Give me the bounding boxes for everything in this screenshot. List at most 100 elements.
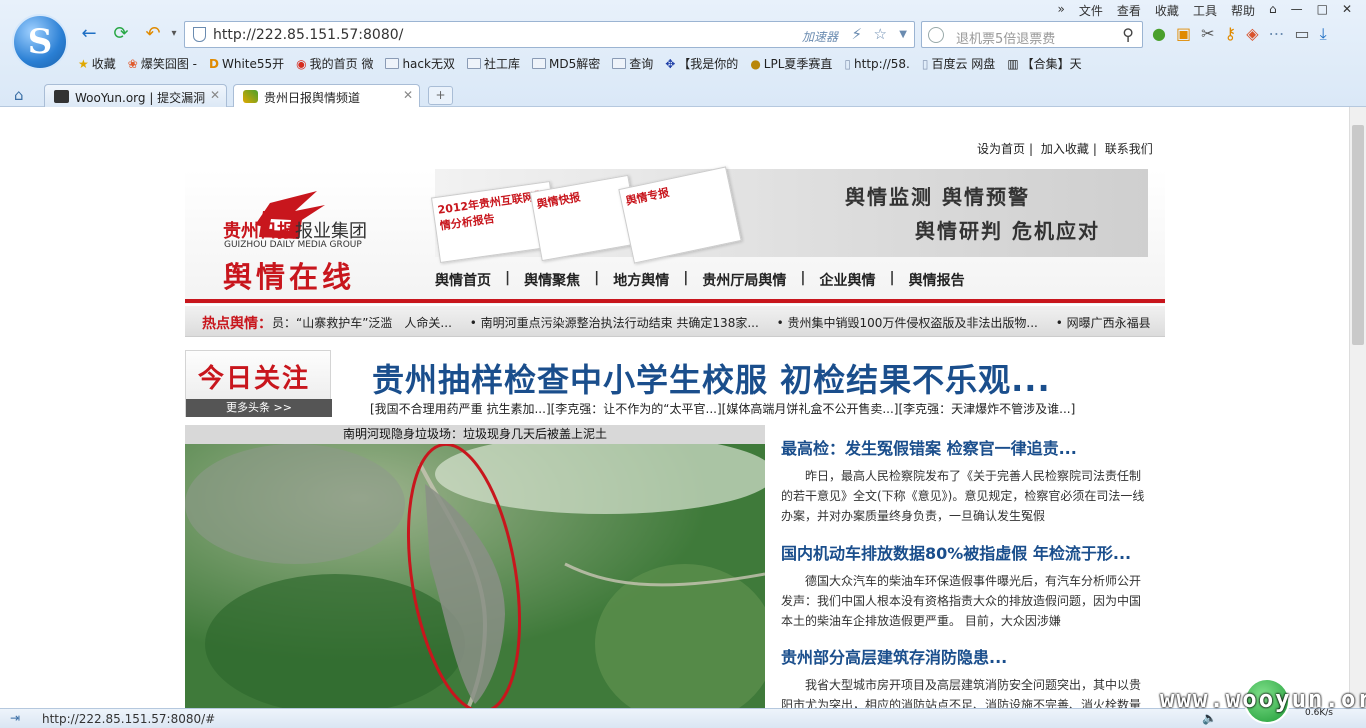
- bookmark-item[interactable]: ▯ 百度云 网盘: [922, 55, 995, 72]
- bookmark-item[interactable]: ▯ http://58.: [844, 55, 909, 72]
- bookmark-item[interactable]: MD5解密: [531, 55, 600, 72]
- paw-icon: ✥: [665, 56, 676, 71]
- browser-logo[interactable]: S: [12, 14, 68, 70]
- nav-report[interactable]: 舆情报告: [909, 270, 965, 290]
- nav-local[interactable]: 地方舆情: [613, 270, 669, 290]
- slogan-line2: 舆情研判 危机应对: [915, 219, 1100, 243]
- hot-ticker: 员：“山寨救护车”泛滥 人命关... • 南明河重点污染源整治执法行动结束 共确…: [272, 314, 1155, 331]
- sidebar-icon[interactable]: ▭: [1295, 24, 1310, 44]
- star-icon[interactable]: ☆: [874, 25, 887, 43]
- lpl-icon: ●: [750, 56, 761, 71]
- undo-icon[interactable]: ↶: [142, 24, 164, 44]
- download-icon[interactable]: ⤓: [1320, 24, 1327, 44]
- translate-icon[interactable]: ◈: [1246, 24, 1258, 44]
- refresh-icon[interactable]: ⟳: [110, 24, 132, 44]
- sidebar-toggle-icon[interactable]: ⇥: [10, 711, 20, 725]
- bookmark-item[interactable]: ▥ 【合集】天: [1007, 55, 1081, 72]
- feature-image-box[interactable]: 南明河现隐身垃圾场：垃圾现身几天后被盖上泥土: [185, 425, 765, 708]
- slogan-line1: 舆情监测 舆情预警: [845, 185, 1030, 209]
- scissors-icon[interactable]: ✂: [1201, 24, 1214, 44]
- site-header: 贵州日报报业集团 GUIZHOU DAILY MEDIA GROUP 舆情在线 …: [185, 166, 1165, 304]
- menu-bar: » 文件 查看 收藏 工具 帮助 ⌂ — □ ✕: [1058, 2, 1352, 19]
- nav-focus[interactable]: 舆情聚焦: [524, 270, 580, 290]
- tab-guizhou[interactable]: 贵州日报舆情频道 ✕: [233, 84, 420, 107]
- menu-favorites[interactable]: 收藏: [1155, 2, 1179, 19]
- sub-headlines[interactable]: [我国不合理用药严重 抗生素加...][李克强：让不作为的“太平官...][媒体…: [370, 400, 1075, 417]
- maximize-button[interactable]: □: [1317, 2, 1328, 19]
- scrollbar-thumb[interactable]: [1352, 125, 1364, 345]
- bookmark-item[interactable]: ● LPL夏季赛直: [750, 55, 832, 72]
- nav-home[interactable]: 舆情首页: [435, 270, 491, 290]
- news-title[interactable]: 国内机动车排放数据80%被指虚假 年检流于形...: [781, 540, 1146, 564]
- url-dropdown-icon[interactable]: ▼: [899, 29, 907, 40]
- add-favorite-link[interactable]: 加入收藏: [1041, 142, 1089, 156]
- skin-icon[interactable]: ⌂: [1269, 2, 1277, 19]
- shield-icon: [193, 27, 206, 42]
- chevron-icon[interactable]: »: [1058, 2, 1065, 19]
- menu-view[interactable]: 查看: [1117, 2, 1141, 19]
- lightning-icon[interactable]: ⚡: [851, 25, 862, 43]
- url-text[interactable]: http://222.85.151.57:8080/: [213, 27, 403, 43]
- brand-main-title: 舆情在线: [223, 260, 356, 294]
- minimize-button[interactable]: —: [1291, 2, 1303, 19]
- status-url: http://222.85.151.57:8080/#: [42, 712, 216, 726]
- weibo-icon: ◉: [296, 56, 307, 71]
- bookmark-item[interactable]: hack无双: [385, 55, 455, 72]
- back-icon[interactable]: ←: [78, 24, 100, 44]
- bookmark-item[interactable]: ◉ 我的首页 微: [296, 55, 373, 72]
- search-engine-icon[interactable]: [928, 27, 944, 43]
- accelerator-label[interactable]: 加速器: [802, 28, 838, 45]
- hot-item[interactable]: 员：“山寨救护车”泛滥 人命关...: [272, 316, 452, 330]
- more-headlines-link[interactable]: 更多头条 >>: [186, 399, 332, 417]
- bookmark-item[interactable]: 查询: [612, 55, 653, 72]
- address-bar[interactable]: http://222.85.151.57:8080/ 加速器 ⚡ ☆ ▼: [184, 21, 915, 48]
- web-page: 设为首页 | 加入收藏 | 联系我们 贵州日报报业集团 GUIZHOU DAILY …: [0, 107, 1349, 708]
- extension-toolbar: ● ▣ ✂ ⚷ ◈ ⋯ ▭ ⤓: [1152, 24, 1327, 44]
- volume-icon[interactable]: 🔈: [1202, 711, 1217, 725]
- main-headline[interactable]: 贵州抽样检查中小学生校服 初检结果不乐观...: [372, 355, 1051, 401]
- close-button[interactable]: ✕: [1342, 2, 1352, 19]
- leaf-icon[interactable]: ●: [1152, 24, 1166, 44]
- vertical-scrollbar[interactable]: [1349, 107, 1366, 708]
- news-title[interactable]: 最高检：发生冤假错案 检察官一律追责...: [781, 435, 1146, 459]
- hot-item[interactable]: • 南明河重点污染源整治执法行动结束 共确定138家...: [470, 316, 759, 330]
- bookmark-item[interactable]: D White55开: [209, 55, 284, 72]
- close-tab-icon[interactable]: ✕: [403, 88, 413, 102]
- undo-dropdown-icon[interactable]: ▾: [163, 24, 185, 44]
- new-tab-button[interactable]: +: [428, 86, 453, 105]
- contact-link[interactable]: 联系我们: [1105, 142, 1153, 156]
- news-body: 我省大型城市房开项目及高层建筑消防安全问题突出，其中以贵阳市尤为突出，相应的消防…: [781, 678, 1142, 708]
- search-box[interactable]: 退机票5倍退票费 ⚲: [921, 21, 1143, 48]
- search-placeholder[interactable]: 退机票5倍退票费: [956, 28, 1055, 47]
- nav-bureau[interactable]: 贵州厅局舆情: [702, 270, 786, 290]
- barcode-icon: ▥: [1007, 56, 1019, 71]
- main-nav: 舆情首页 | 舆情聚焦 | 地方舆情 | 贵州厅局舆情 | 企业舆情 | 舆情报告: [435, 270, 965, 290]
- image-caption[interactable]: 南明河现隐身垃圾场：垃圾现身几天后被盖上泥土: [185, 425, 765, 444]
- more-icon[interactable]: ⋯: [1269, 24, 1285, 44]
- menu-file[interactable]: 文件: [1079, 2, 1103, 19]
- close-tab-icon[interactable]: ✕: [210, 88, 220, 102]
- folder-icon: [385, 58, 400, 69]
- bookmarks-bar: ★ 收藏 ❀ 爆笑囧图 - D White55开 ◉ 我的首页 微 hack无双 社工库…: [78, 55, 1082, 72]
- menu-help[interactable]: 帮助: [1231, 2, 1255, 19]
- tab-wooyun[interactable]: WooYun.org | 提交漏洞 ✕: [44, 84, 227, 107]
- bookmark-item[interactable]: ✥ 【我是你的: [665, 55, 738, 72]
- satellite-image[interactable]: [185, 444, 765, 708]
- hot-item[interactable]: • 网曝广西永福县: [1056, 316, 1151, 330]
- news-title[interactable]: 贵州部分高层建筑存消防隐患...: [781, 644, 1146, 668]
- set-homepage-link[interactable]: 设为首页: [977, 142, 1025, 156]
- bookmark-item[interactable]: ❀ 爆笑囧图 -: [128, 55, 197, 72]
- search-icon[interactable]: ⚲: [1122, 25, 1134, 44]
- news-body: 德国大众汽车的柴油车环保造假事件曝光后，有汽车分析师公开发声：我们中国人根本没有…: [781, 574, 1142, 628]
- puzzle-icon[interactable]: ▣: [1176, 24, 1191, 44]
- folder-icon: [466, 58, 481, 69]
- hot-item[interactable]: • 贵州集中销毁100万件侵权盗版及非法出版物...: [777, 316, 1038, 330]
- key-icon[interactable]: ⚷: [1225, 24, 1237, 44]
- bookmark-item[interactable]: ★ 收藏: [78, 55, 116, 72]
- nav-enterprise[interactable]: 企业舆情: [820, 270, 876, 290]
- news-item: 国内机动车排放数据80%被指虚假 年检流于形... 德国大众汽车的柴油车环保造假…: [781, 540, 1146, 631]
- star-icon: ★: [78, 56, 89, 71]
- bookmark-item[interactable]: 社工库: [466, 55, 520, 72]
- news-item: 贵州部分高层建筑存消防隐患... 我省大型城市房开项目及高层建筑消防安全问题突出…: [781, 644, 1146, 708]
- menu-tools[interactable]: 工具: [1193, 2, 1217, 19]
